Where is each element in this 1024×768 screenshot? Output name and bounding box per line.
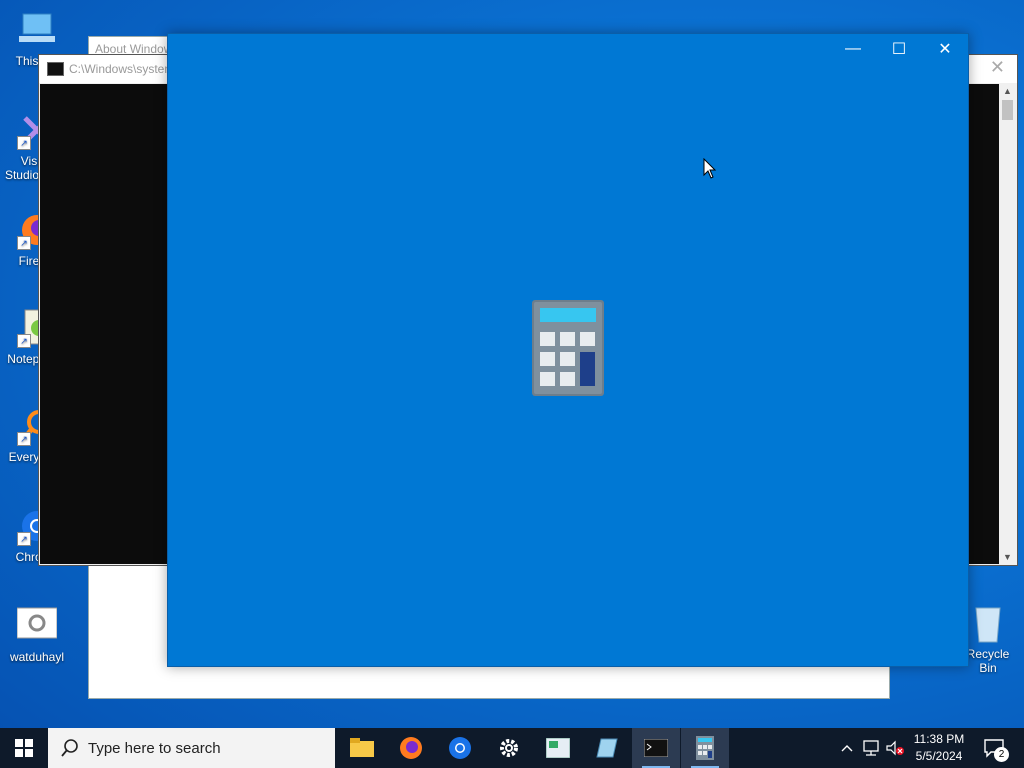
desktop-icon-watduhayl[interactable]: watduhayl	[4, 606, 70, 664]
start-button[interactable]	[0, 728, 48, 768]
vertical-scrollbar[interactable]: ▲ ▼	[999, 84, 1016, 564]
shortcut-arrow-icon: ↗	[17, 432, 31, 446]
show-hidden-icons-button[interactable]	[838, 728, 856, 768]
close-button[interactable]: ✕	[922, 34, 968, 64]
recycle-bin-icon	[975, 607, 1001, 643]
scroll-down-icon[interactable]: ▼	[999, 552, 1016, 562]
chrome-icon	[449, 737, 471, 759]
taskbar-cmd[interactable]	[632, 728, 680, 768]
search-box[interactable]: Type here to search	[48, 728, 335, 768]
cmd-icon	[644, 739, 668, 757]
taskbar-notepad[interactable]	[583, 728, 631, 768]
windows-logo-icon	[15, 739, 33, 757]
taskbar-calculator[interactable]	[681, 728, 729, 768]
taskbar-firefox[interactable]	[387, 728, 435, 768]
maximize-button[interactable]: ☐	[876, 34, 922, 64]
clock-time: 11:38 PM	[913, 732, 965, 746]
calculator-icon	[696, 736, 714, 760]
shortcut-arrow-icon: ↗	[17, 236, 31, 250]
settings-icon	[500, 739, 518, 757]
taskbar-news[interactable]	[534, 728, 582, 768]
action-center-button[interactable]: 2	[980, 728, 1009, 768]
shortcut-arrow-icon: ↗	[17, 136, 31, 150]
firefox-icon	[400, 737, 422, 759]
mouse-cursor-icon	[703, 158, 717, 179]
shortcut-arrow-icon: ↗	[17, 532, 31, 546]
network-button[interactable]	[860, 728, 882, 768]
chevron-up-icon	[841, 745, 853, 752]
settings-file-icon	[16, 606, 58, 646]
volume-muted-icon	[886, 740, 904, 756]
notepad-icon	[596, 738, 618, 758]
news-icon	[546, 738, 570, 758]
shortcut-arrow-icon: ↗	[17, 334, 31, 348]
scroll-up-icon[interactable]: ▲	[999, 86, 1016, 96]
taskbar: Type here to search 11:38 PM 5/5/2024 2	[0, 728, 1024, 768]
taskbar-file-explorer[interactable]	[338, 728, 386, 768]
cmd-icon	[47, 62, 64, 76]
search-icon	[61, 739, 78, 757]
system-clock[interactable]: 11:38 PM 5/5/2024	[908, 731, 970, 765]
clock-date: 5/5/2024	[915, 749, 963, 763]
taskbar-chrome[interactable]	[436, 728, 484, 768]
file-explorer-icon	[350, 738, 374, 757]
minimize-button[interactable]: —	[830, 34, 876, 64]
search-placeholder: Type here to search	[88, 740, 221, 757]
close-icon[interactable]: ✕	[990, 57, 1005, 78]
scrollbar-thumb[interactable]	[1002, 100, 1013, 120]
taskbar-settings[interactable]	[485, 728, 533, 768]
network-icon	[863, 740, 879, 756]
volume-button[interactable]	[884, 728, 906, 768]
computer-icon	[17, 10, 57, 50]
notification-count-badge: 2	[994, 747, 1009, 762]
calculator-icon	[532, 300, 604, 396]
desktop-icon-label: watduhayl	[9, 650, 65, 664]
calculator-window[interactable]: — ☐ ✕	[167, 33, 969, 667]
